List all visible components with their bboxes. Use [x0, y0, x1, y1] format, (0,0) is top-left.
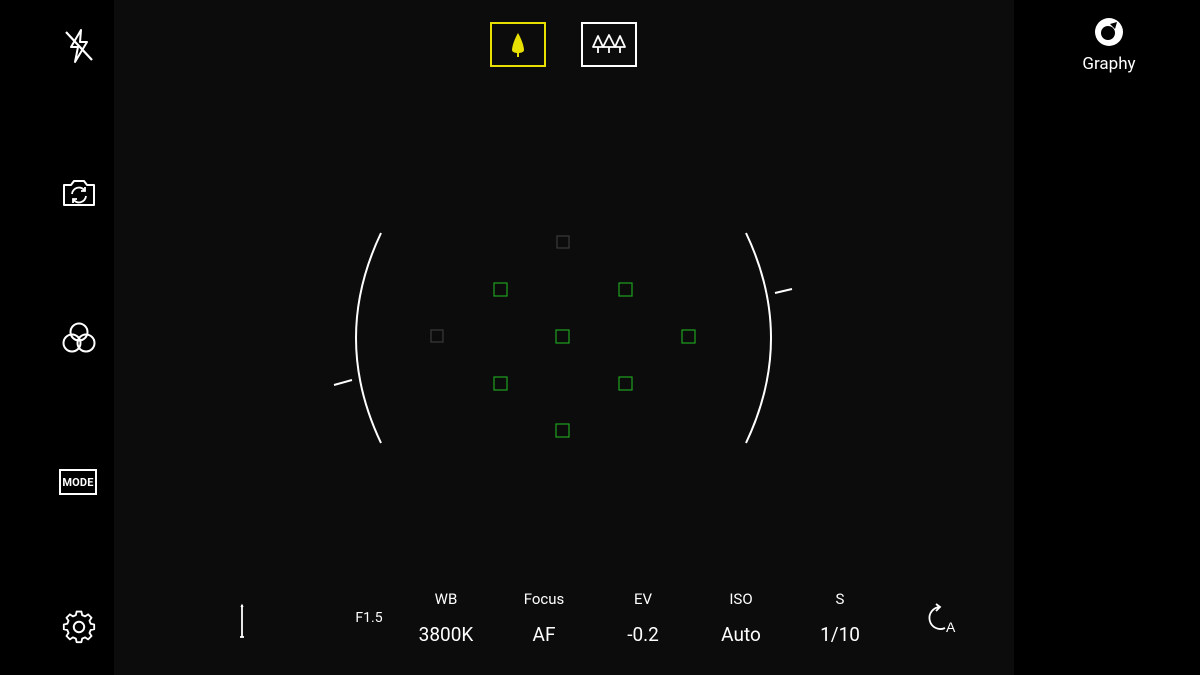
wb-control[interactable]: WB 3800K [406, 588, 486, 647]
level-arc-right [745, 232, 772, 444]
focus-point [556, 235, 570, 249]
focus-point [430, 329, 444, 343]
ev-value: -0.2 [627, 623, 659, 646]
auto-rotate-letter: A [946, 619, 956, 635]
focus-point [555, 329, 570, 344]
iso-value: Auto [721, 623, 761, 646]
shutter-control[interactable]: S 1/10 [800, 588, 880, 647]
focus-point [555, 423, 570, 438]
ev-control[interactable]: EV -0.2 [603, 588, 683, 647]
level-tick-left [333, 379, 353, 386]
auto-rotate-icon: A [928, 603, 956, 635]
aperture-value[interactable]: F1.5 [355, 610, 382, 626]
focus-point [618, 282, 633, 297]
shutter-label: S [835, 590, 845, 608]
level-arc-left [355, 232, 382, 444]
level-overlay [333, 232, 793, 444]
ev-label: EV [633, 590, 653, 608]
camera-app: MODE Graphy F1.5 WB 3800K Focus AF EV -0… [0, 0, 1200, 675]
iso-label: ISO [729, 590, 753, 608]
focus-label: Focus [523, 590, 565, 608]
wb-value: 3800K [418, 623, 474, 646]
auto-rotate-button[interactable]: A [924, 601, 958, 635]
focus-value: AF [532, 623, 556, 646]
focus-point [618, 376, 633, 391]
level-tick-right [774, 288, 793, 294]
focus-control[interactable]: Focus AF [504, 588, 584, 647]
focus-point [493, 282, 508, 297]
focus-points [430, 235, 696, 438]
focus-slider-marker[interactable] [236, 603, 248, 639]
iso-control[interactable]: ISO Auto [701, 588, 781, 647]
wb-label: WB [434, 590, 458, 608]
focus-point [681, 329, 696, 344]
focus-point [493, 376, 508, 391]
shutter-value: 1/10 [820, 623, 860, 646]
